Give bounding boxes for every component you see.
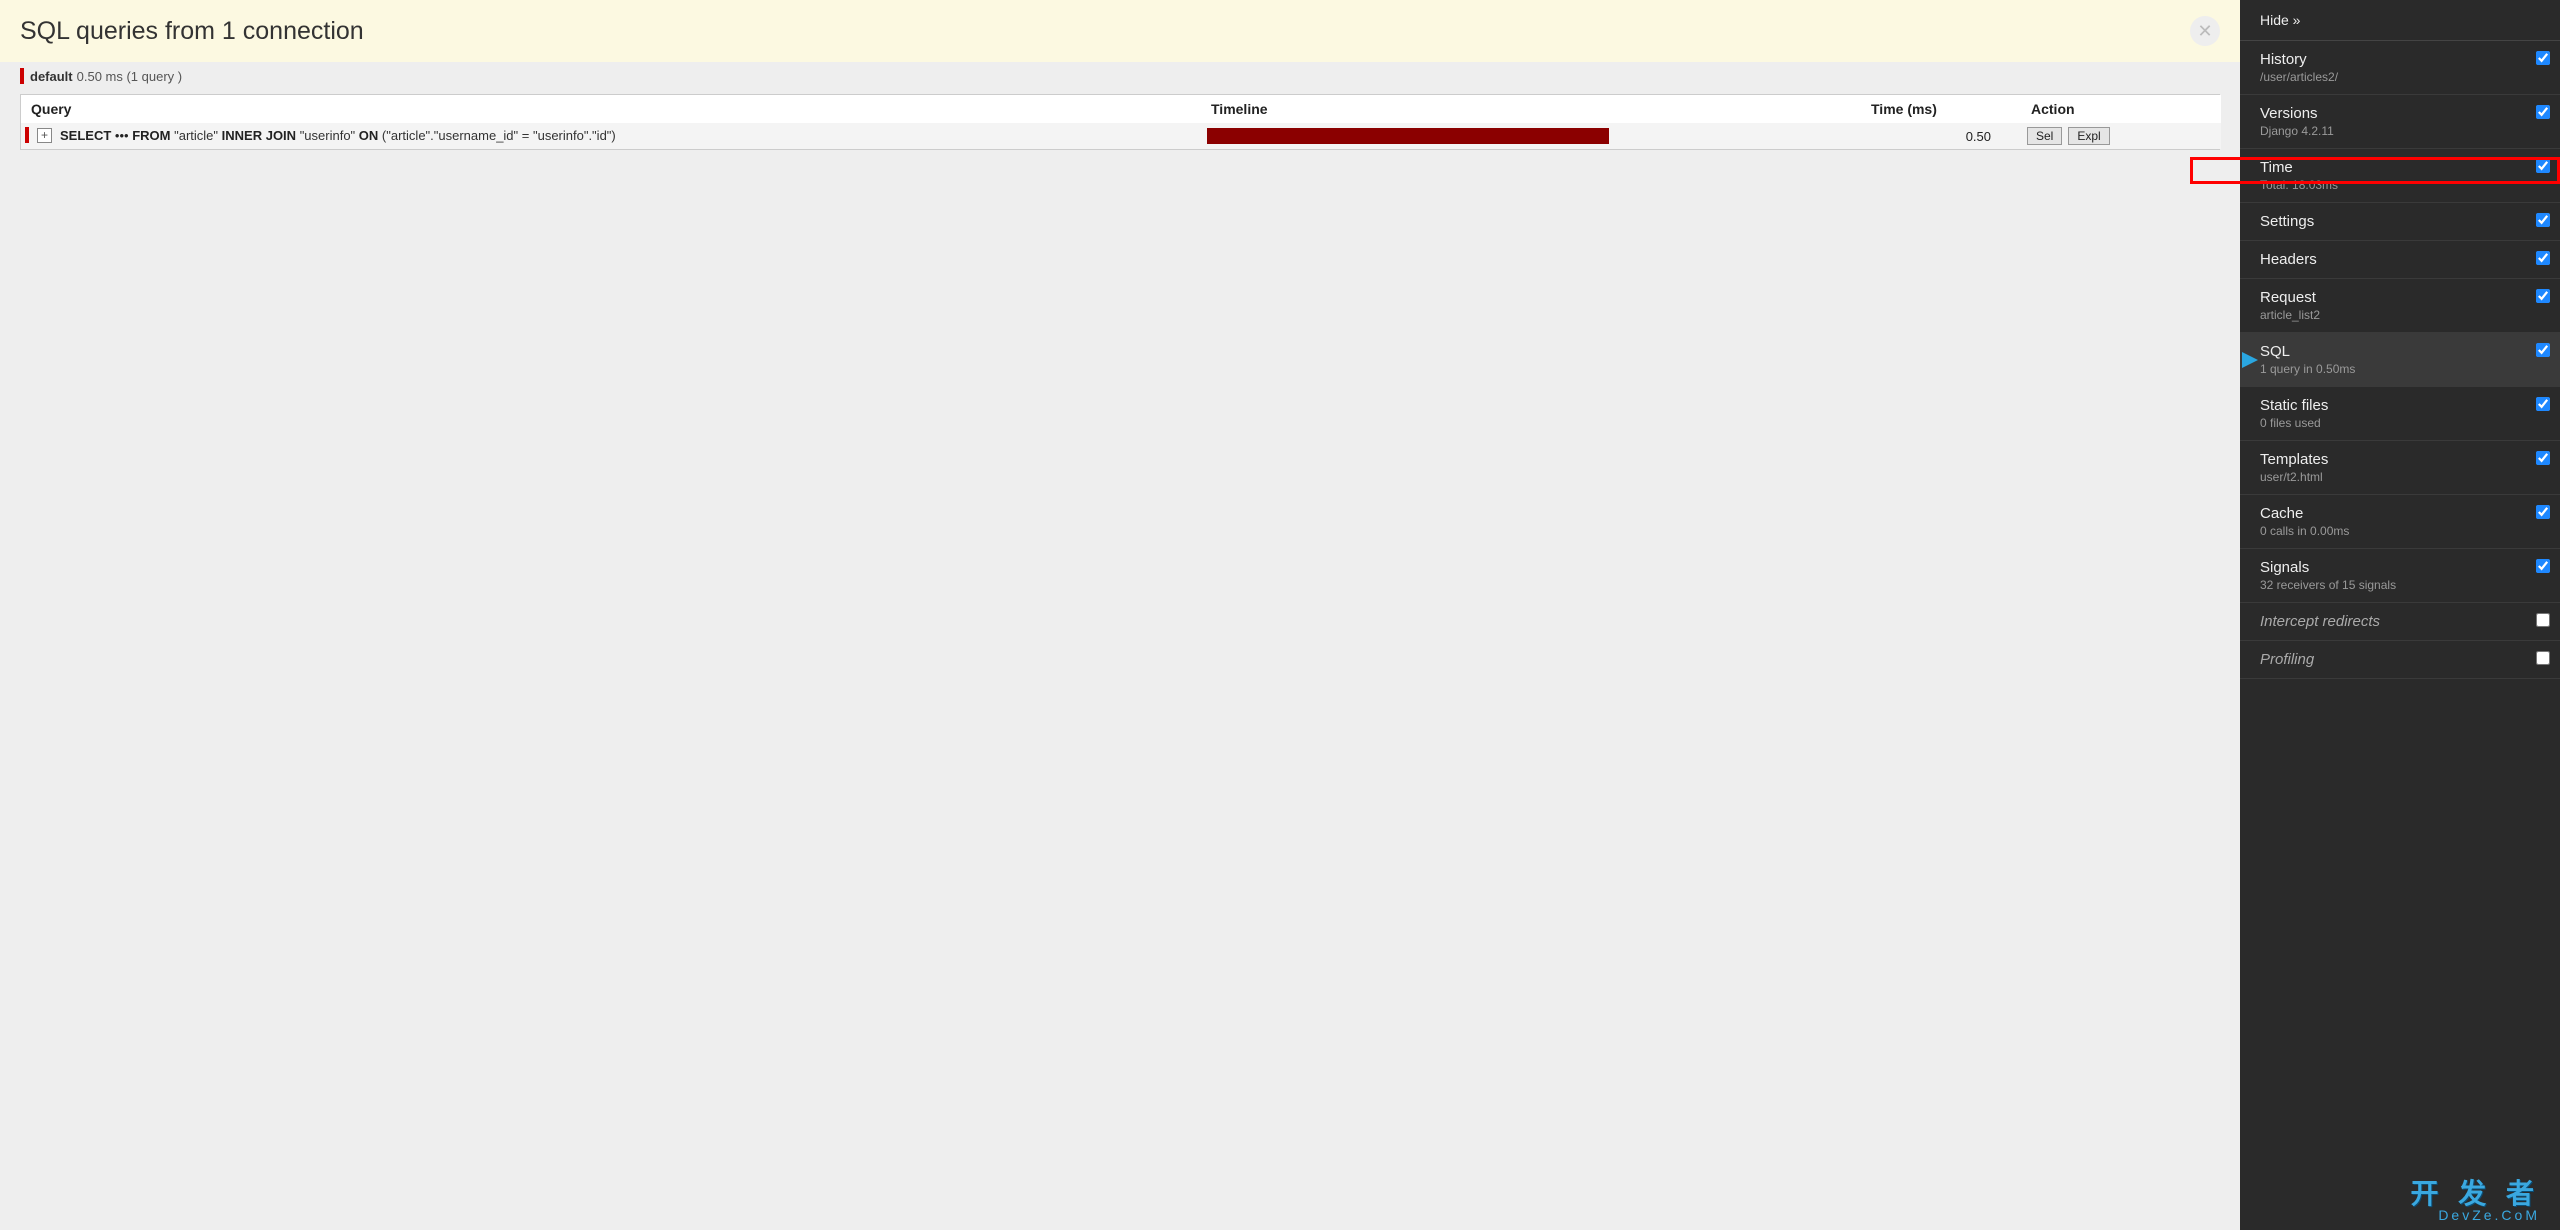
expl-button[interactable]: Expl (2068, 127, 2109, 145)
panel-title: Static files (2260, 397, 2540, 414)
panel-subtitle: 0 files used (2260, 416, 2540, 430)
panel-title: Time (2260, 159, 2540, 176)
panel-title: Settings (2260, 213, 2540, 230)
kw-on: ON (359, 128, 379, 143)
kw-select: SELECT (60, 128, 111, 143)
sidebar-panel-cache[interactable]: Cache 0 calls in 0.00ms (2240, 495, 2560, 549)
panel-title: Versions (2260, 105, 2540, 122)
expand-toggle[interactable]: + (37, 128, 52, 143)
timeline-bar (1207, 128, 1855, 144)
query-accent-bar (25, 127, 29, 143)
panel-checkbox[interactable] (2536, 505, 2550, 519)
panel-checkbox[interactable] (2536, 343, 2550, 357)
panel-checkbox[interactable] (2536, 289, 2550, 303)
panel-checkbox[interactable] (2536, 559, 2550, 573)
panel-subtitle: 1 query in 0.50ms (2260, 362, 2540, 376)
panel-title: History (2260, 51, 2540, 68)
panel-subtitle: user/t2.html (2260, 470, 2540, 484)
watermark-line2: DevZe.CoM (2410, 1208, 2540, 1222)
connection-summary: default 0.50 ms (1 query ) (0, 62, 2240, 90)
timeline-fill (1207, 128, 1609, 144)
col-header-action: Action (2021, 95, 2221, 123)
accent-bar (20, 68, 24, 84)
panel-subtitle: Django 4.2.11 (2260, 124, 2540, 138)
panel-checkbox[interactable] (2536, 613, 2550, 627)
panel-title: Cache (2260, 505, 2540, 522)
panel-subtitle: /user/articles2/ (2260, 70, 2540, 84)
table-header-row: Query Timeline Time (ms) Action (21, 95, 2221, 123)
sidebar-panel-settings[interactable]: Settings (2240, 203, 2560, 241)
panel-checkbox[interactable] (2536, 159, 2550, 173)
panel-checkbox[interactable] (2536, 51, 2550, 65)
panel-title: Profiling (2260, 651, 2540, 668)
panel-subtitle: 0 calls in 0.00ms (2260, 524, 2540, 538)
active-indicator-icon (2242, 352, 2258, 368)
db-name: default (30, 69, 73, 84)
page-title: SQL queries from 1 connection (20, 17, 364, 46)
panel-title: Headers (2260, 251, 2540, 268)
tbl-article: "article" (174, 128, 218, 143)
sidebar-panel-request[interactable]: Request article_list2 (2240, 279, 2560, 333)
sidebar-panel-templates[interactable]: Templates user/t2.html (2240, 441, 2560, 495)
panel-title: Templates (2260, 451, 2540, 468)
panel-subtitle: 32 receivers of 15 signals (2260, 578, 2540, 592)
sidebar-panel-versions[interactable]: Versions Django 4.2.11 (2240, 95, 2560, 149)
sidebar-panel-headers[interactable]: Headers (2240, 241, 2560, 279)
hide-toggle[interactable]: Hide » (2240, 0, 2560, 41)
action-cell: Sel Expl (2021, 123, 2221, 149)
col-header-time: Time (ms) (1861, 95, 2021, 123)
timeline-cell (1201, 123, 1861, 149)
sidebar-panel-profiling[interactable]: Profiling (2240, 641, 2560, 679)
table-row: + SELECT ••• FROM "article" INNER JOIN "… (21, 123, 2221, 149)
time-cell: 0.50 (1861, 123, 2021, 149)
sql-text: SELECT ••• FROM "article" INNER JOIN "us… (60, 128, 616, 143)
sidebar-panel-history[interactable]: History/user/articles2/ (2240, 41, 2560, 95)
panel-title: Intercept redirects (2260, 613, 2540, 630)
close-icon: ✕ (2197, 21, 2212, 42)
query-table: Query Timeline Time (ms) Action + SELECT… (20, 94, 2220, 150)
sel-button[interactable]: Sel (2027, 127, 2062, 145)
watermark-line1: 开 发 者 (2410, 1180, 2540, 1208)
col-header-query: Query (21, 95, 1201, 123)
kw-from: FROM (132, 128, 170, 143)
sql-dots: ••• (115, 128, 129, 143)
sidebar-panel-time[interactable]: Time Total: 18.03ms (2240, 149, 2560, 203)
debug-toolbar-sidebar: Hide » History/user/articles2/Versions Dj… (2240, 0, 2560, 1230)
title-bar: SQL queries from 1 connection ✕ (0, 0, 2240, 62)
col-header-timeline: Timeline (1201, 95, 1861, 123)
watermark: 开 发 者 DevZe.CoM (2410, 1180, 2540, 1222)
panel-checkbox[interactable] (2536, 251, 2550, 265)
panel-title: Signals (2260, 559, 2540, 576)
panel-checkbox[interactable] (2536, 451, 2550, 465)
sidebar-panel-sql[interactable]: SQL 1 query in 0.50ms (2240, 333, 2560, 387)
panel-subtitle: Total: 18.03ms (2260, 178, 2540, 192)
main-content: SQL queries from 1 connection ✕ default … (0, 0, 2240, 1230)
sql-cond: ("article"."username_id" = "userinfo"."i… (382, 128, 616, 143)
kw-inner-join: INNER JOIN (222, 128, 296, 143)
panel-checkbox[interactable] (2536, 105, 2550, 119)
db-stats: 0.50 ms (1 query ) (77, 69, 183, 84)
panel-checkbox[interactable] (2536, 213, 2550, 227)
panel-subtitle: article_list2 (2260, 308, 2540, 322)
query-cell: + SELECT ••• FROM "article" INNER JOIN "… (21, 123, 1201, 147)
sidebar-panel-intercept-redirects[interactable]: Intercept redirects (2240, 603, 2560, 641)
panel-checkbox[interactable] (2536, 397, 2550, 411)
sidebar-panel-static-files[interactable]: Static files 0 files used (2240, 387, 2560, 441)
tbl-userinfo: "userinfo" (300, 128, 355, 143)
panel-title: Request (2260, 289, 2540, 306)
close-button[interactable]: ✕ (2190, 16, 2220, 46)
sidebar-panel-signals[interactable]: Signals 32 receivers of 15 signals (2240, 549, 2560, 603)
panel-title: SQL (2260, 343, 2540, 360)
panel-checkbox[interactable] (2536, 651, 2550, 665)
